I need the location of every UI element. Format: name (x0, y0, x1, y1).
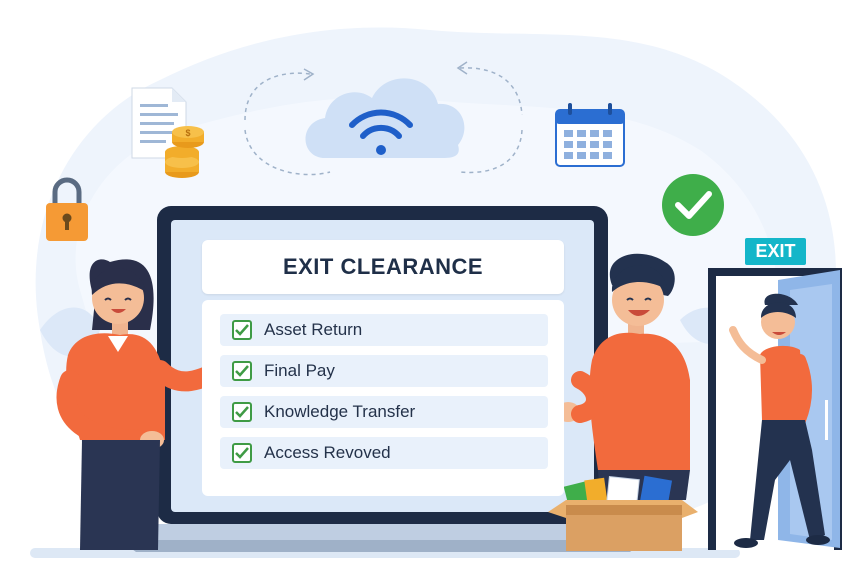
calendar-icon (555, 103, 625, 167)
checklist-item-label: Asset Return (264, 320, 363, 339)
checkmark-badge-icon (662, 174, 724, 236)
checklist-item-final-pay: Final Pay (220, 355, 548, 387)
exit-clearance-panel: EXIT CLEARANCE Asset Return Final Pay Kn… (202, 240, 564, 496)
checkbox-checked-icon (232, 443, 252, 463)
exit-sign: EXIT (745, 238, 806, 265)
checklist-item-asset-return: Asset Return (220, 314, 548, 346)
checkbox-checked-icon (232, 361, 252, 381)
checklist-item-label: Final Pay (264, 361, 335, 380)
checkbox-checked-icon (232, 402, 252, 422)
panel-title: EXIT CLEARANCE (282, 254, 484, 279)
checklist-item-knowledge-transfer: Knowledge Transfer (220, 396, 548, 428)
panel-header: EXIT CLEARANCE (202, 240, 564, 294)
svg-text:$: $ (185, 128, 190, 138)
checklist-item-label: Access Revoved (264, 443, 391, 462)
checkbox-checked-icon (232, 320, 252, 340)
exit-clearance-illustration: $ EXIT EXIT CLEARANCE Asset Return Final… (0, 0, 857, 571)
checklist: Asset Return Final Pay Knowledge Transfe… (202, 300, 564, 496)
checklist-item-label: Knowledge Transfer (264, 402, 416, 421)
checklist-item-access-revoked: Access Revoved (220, 437, 548, 469)
